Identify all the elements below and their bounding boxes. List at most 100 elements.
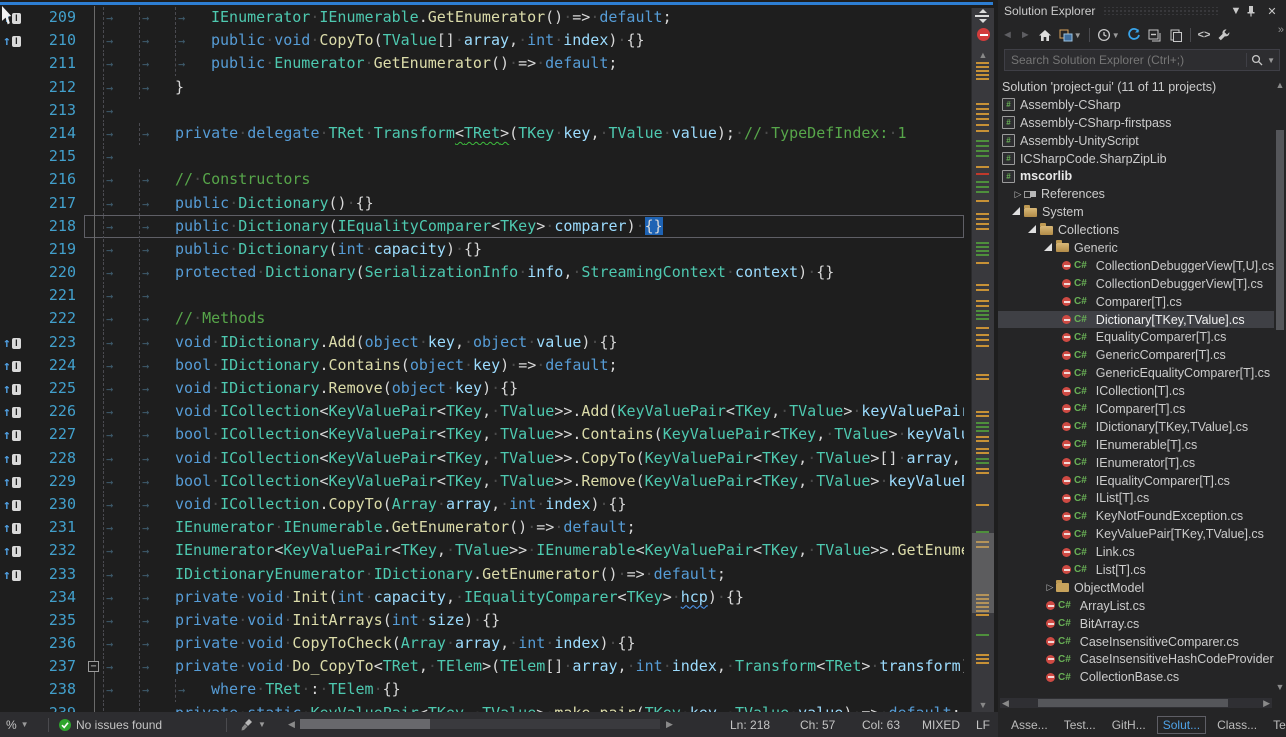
glyph-margin[interactable]: ↑I xyxy=(0,470,26,493)
tree-item-list-t-cs[interactable]: C#List[T].cs xyxy=(998,561,1274,579)
code-line-235[interactable]: 235→→private·void·InitArrays(int·size)·{… xyxy=(0,609,964,632)
code-line-210[interactable]: ↑I210→→→public·void·CopyTo(TValue[]·arra… xyxy=(0,29,964,52)
editor-horizontal-scrollbar[interactable] xyxy=(300,719,660,729)
code-editor[interactable]: ↑I209→→→IEnumerator·IEnumerable.GetEnume… xyxy=(0,0,998,712)
tree-item-assembly-unityscript[interactable]: #Assembly-UnityScript xyxy=(998,132,1274,150)
forward-button[interactable]: ► xyxy=(1020,29,1031,41)
glyph-margin[interactable] xyxy=(0,678,26,701)
code-line-224[interactable]: ↑I224→→bool·IDictionary.Contains(object·… xyxy=(0,354,964,377)
h-scroll-right[interactable]: ▶ xyxy=(666,712,673,737)
tree-item-arraylist-cs[interactable]: C#ArrayList.cs xyxy=(998,597,1274,615)
glyph-margin[interactable] xyxy=(0,238,26,261)
outlining-margin[interactable] xyxy=(84,145,103,168)
code-line-236[interactable]: 236→→private·void·CopyToCheck(Array·arra… xyxy=(0,632,964,655)
tree-item-link-cs[interactable]: C#Link.cs xyxy=(998,543,1274,561)
glyph-margin[interactable] xyxy=(0,192,26,215)
outlining-margin[interactable]: − xyxy=(84,655,103,678)
glyph-margin[interactable]: ↑I xyxy=(0,331,26,354)
implements-arrow-icon[interactable]: ↑ xyxy=(3,452,11,467)
tree-item-dictionary-tkey-tvalue-cs[interactable]: C#Dictionary[TKey,TValue].cs xyxy=(998,311,1274,329)
split-window-handle-icon[interactable] xyxy=(975,9,991,25)
glyph-margin[interactable]: ↑I xyxy=(0,447,26,470)
toolbar-overflow-button[interactable]: » xyxy=(1278,24,1284,36)
glyph-margin[interactable] xyxy=(0,702,26,712)
refresh-button[interactable] xyxy=(1127,28,1141,42)
outlining-margin[interactable] xyxy=(84,168,103,191)
document-error-badge-icon[interactable] xyxy=(977,28,990,41)
tree-item-idictionary-tkey-tvalue-cs[interactable]: C#IDictionary[TKey,TValue].cs xyxy=(998,418,1274,436)
drag-grip[interactable] xyxy=(1103,7,1218,15)
implements-arrow-icon[interactable]: ↑ xyxy=(3,382,11,397)
outlining-margin[interactable] xyxy=(84,6,103,29)
tree-item-references[interactable]: ▷References xyxy=(998,185,1274,203)
tree-vertical-scrollbar[interactable]: ▲ ▼ xyxy=(1274,78,1286,694)
glyph-margin[interactable] xyxy=(0,122,26,145)
glyph-margin[interactable] xyxy=(0,261,26,284)
code-line-220[interactable]: 220→→protected·Dictionary(SerializationI… xyxy=(0,261,964,284)
code-line-216[interactable]: 216→→//·Constructors xyxy=(0,168,964,191)
outlining-margin[interactable] xyxy=(84,354,103,377)
view-code-button[interactable]: <> xyxy=(1198,29,1211,41)
code-line-234[interactable]: 234→→private·void·Init(int·capacity,·IEq… xyxy=(0,586,964,609)
outlining-margin[interactable] xyxy=(84,284,103,307)
tree-item-ienumerable-t-cs[interactable]: C#IEnumerable[T].cs xyxy=(998,436,1274,454)
outlining-margin[interactable] xyxy=(84,539,103,562)
glyph-margin[interactable]: ↑I xyxy=(0,516,26,539)
glyph-margin[interactable] xyxy=(0,284,26,307)
glyph-margin[interactable]: ↑I xyxy=(0,423,26,446)
implements-arrow-icon[interactable]: ↑ xyxy=(3,359,11,374)
code-line-209[interactable]: ↑I209→→→IEnumerator·IEnumerable.GetEnume… xyxy=(0,6,964,29)
tree-item-collectionbase-cs[interactable]: C#CollectionBase.cs xyxy=(998,668,1274,686)
implements-arrow-icon[interactable]: ↑ xyxy=(3,34,11,49)
glyph-margin[interactable]: ↑I xyxy=(0,354,26,377)
implements-arrow-icon[interactable]: ↑ xyxy=(3,405,11,420)
eol-indicator[interactable]: LF xyxy=(976,712,990,737)
outlining-margin[interactable] xyxy=(84,29,103,52)
glyph-margin[interactable] xyxy=(0,76,26,99)
scroll-up-arrow-icon[interactable]: ▲ xyxy=(972,50,994,60)
glyph-margin[interactable] xyxy=(0,145,26,168)
expander-open-icon[interactable] xyxy=(1012,207,1020,215)
scroll-right-arrow-icon[interactable]: ▶ xyxy=(1263,698,1270,708)
tree-item-icomparer-t-cs[interactable]: C#IComparer[T].cs xyxy=(998,400,1274,418)
encoding-indicator[interactable]: MIXED xyxy=(922,712,960,737)
h-scroll-left[interactable]: ◀ xyxy=(288,712,295,737)
code-line-211[interactable]: 211→→→public·Enumerator·GetEnumerator()·… xyxy=(0,52,964,75)
outlining-margin[interactable] xyxy=(84,192,103,215)
home-button[interactable] xyxy=(1038,29,1052,42)
outlining-margin[interactable] xyxy=(84,678,103,701)
tree-item-iequalitycomparer-t-cs[interactable]: C#IEqualityComparer[T].cs xyxy=(998,472,1274,490)
outlining-margin[interactable] xyxy=(84,563,103,586)
zoom-control[interactable]: % ▼ xyxy=(6,712,29,737)
glyph-margin[interactable] xyxy=(0,215,26,238)
tree-item-genericequalitycomparer-t-cs[interactable]: C#GenericEqualityComparer[T].cs xyxy=(998,364,1274,382)
collapse-all-button[interactable] xyxy=(1148,29,1162,42)
glyph-margin[interactable] xyxy=(0,307,26,330)
code-line-222[interactable]: 222→→//·Methods xyxy=(0,307,964,330)
tree-item-system[interactable]: System xyxy=(998,203,1274,221)
tree-item-equalitycomparer-t-cs[interactable]: C#EqualityComparer[T].cs xyxy=(998,328,1274,346)
tree-item-collectiondebuggerview-t-u-cs[interactable]: C#CollectionDebuggerView[T,U].cs xyxy=(998,257,1274,275)
code-lines[interactable]: ↑I209→→→IEnumerator·IEnumerable.GetEnume… xyxy=(0,6,964,712)
implements-arrow-icon[interactable]: ↑ xyxy=(3,498,11,513)
panel-tab-tea[interactable]: Tea... xyxy=(1268,717,1286,733)
scrollbar-thumb[interactable] xyxy=(1038,699,1228,707)
code-line-226[interactable]: ↑I226→→void·ICollection<KeyValuePair<TKe… xyxy=(0,400,964,423)
cleanup-control[interactable]: ▼ xyxy=(240,712,266,737)
sync-with-active-document-button[interactable]: ▼ xyxy=(1059,29,1082,42)
panel-tab-gith[interactable]: GitH... xyxy=(1107,717,1151,733)
editor-vertical-scrollbar[interactable]: ▲ ▼ xyxy=(971,8,994,712)
panel-tab-class[interactable]: Class... xyxy=(1212,717,1262,733)
glyph-margin[interactable]: ↑I xyxy=(0,493,26,516)
expander-open-icon[interactable] xyxy=(1044,243,1052,251)
expander-closed-icon[interactable]: ▷ xyxy=(1044,582,1056,593)
glyph-margin[interactable] xyxy=(0,609,26,632)
outlining-margin[interactable] xyxy=(84,423,103,446)
implements-arrow-icon[interactable]: ↑ xyxy=(3,521,11,536)
code-line-238[interactable]: 238→→→where·TRet·:·TElem·{} xyxy=(0,678,964,701)
code-line-239[interactable]: 239→→private·static·KeyValuePair<TKey,·T… xyxy=(0,702,964,712)
tree-horizontal-scrollbar[interactable]: ◀ ▶ xyxy=(1000,698,1272,708)
outlining-margin[interactable] xyxy=(84,702,103,712)
scroll-down-arrow-icon[interactable]: ▼ xyxy=(1274,682,1286,692)
panel-tab-asse[interactable]: Asse... xyxy=(1006,717,1053,733)
